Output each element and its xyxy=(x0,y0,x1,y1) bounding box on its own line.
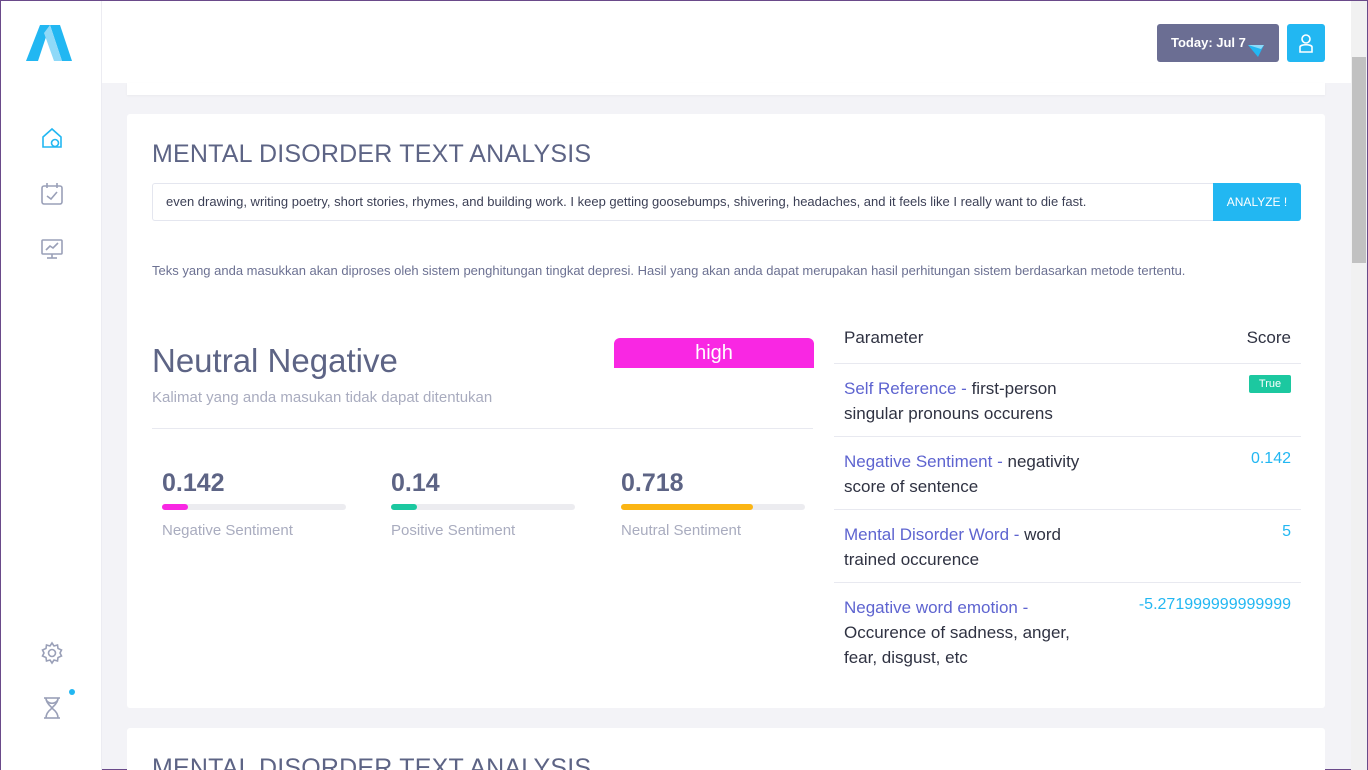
gear-icon[interactable] xyxy=(39,640,65,666)
metric-progress-bar xyxy=(162,504,346,510)
metric-neutral-sentiment: 0.718 Neutral Sentiment xyxy=(621,469,805,539)
metric-value: 0.718 xyxy=(621,469,684,497)
metric-progress-bar xyxy=(621,504,805,510)
table-row: Mental Disorder Word - word trained occu… xyxy=(834,510,1301,583)
metric-label: Neutral Sentiment xyxy=(621,522,742,539)
parameter-cell: Mental Disorder Word - word trained occu… xyxy=(844,522,1104,572)
result-subtitle: Kalimat yang anda masukan tidak dapat di… xyxy=(152,389,493,406)
depression-level-badge: high xyxy=(614,338,814,368)
score-value: 0.142 xyxy=(1250,450,1291,467)
parameter-table: Parameter Score Self Reference - first-p… xyxy=(834,314,1301,680)
table-row: Negative Sentiment - negativity score of… xyxy=(834,437,1301,510)
metric-positive-sentiment: 0.14 Positive Sentiment xyxy=(391,469,575,539)
parameter-cell: Negative word emotion - Occurence of sad… xyxy=(844,595,1104,670)
score-value: -5.271999999999999 xyxy=(1138,596,1291,613)
sidebar xyxy=(1,1,102,770)
top-header: Today: Jul 7 xyxy=(102,1,1352,83)
home-icon[interactable] xyxy=(39,125,65,151)
app-logo[interactable] xyxy=(26,23,82,63)
metric-label: Positive Sentiment xyxy=(391,522,516,539)
today-date-button[interactable]: Today: Jul 7 xyxy=(1157,24,1279,62)
page-title: MENTAL DISORDER TEXT ANALYSIS xyxy=(152,140,592,168)
table-header: Parameter Score xyxy=(834,314,1301,364)
hourglass-icon[interactable] xyxy=(39,695,65,721)
parameter-name: Self Reference - xyxy=(844,379,967,398)
today-date-label: Today: Jul 7 xyxy=(1171,35,1246,50)
analyze-button[interactable]: ANALYZE ! xyxy=(1213,183,1301,221)
presentation-chart-icon[interactable] xyxy=(39,236,65,262)
metric-progress-fill xyxy=(162,504,189,510)
parameter-name: Negative Sentiment - xyxy=(844,452,1003,471)
metric-negative-sentiment: 0.142 Negative Sentiment xyxy=(162,469,346,539)
divider xyxy=(152,428,813,429)
scrollbar-thumb[interactable] xyxy=(1352,57,1366,263)
analysis-card-2: MENTAL DISORDER TEXT ANALYSIS xyxy=(127,728,1325,770)
column-header-parameter: Parameter xyxy=(844,328,924,347)
table-row: Self Reference - first-person singular p… xyxy=(834,364,1301,437)
metric-value: 0.14 xyxy=(391,469,440,497)
description-text: Teks yang anda masukkan akan diproses ol… xyxy=(152,263,1186,278)
parameter-cell: Negative Sentiment - negativity score of… xyxy=(844,449,1104,499)
true-badge: True xyxy=(1249,375,1291,393)
user-icon xyxy=(1299,34,1313,53)
calendar-check-icon[interactable] xyxy=(39,181,65,207)
metric-value: 0.142 xyxy=(162,469,225,497)
page-scrollbar[interactable] xyxy=(1351,1,1367,770)
parameter-name: Negative word emotion - xyxy=(844,598,1029,617)
score-value: 5 xyxy=(1282,523,1291,540)
metric-label: Negative Sentiment xyxy=(162,522,293,539)
text-analysis-input[interactable]: even drawing, writing poetry, short stor… xyxy=(152,183,1214,221)
flag-icon xyxy=(1247,35,1265,57)
section-title: MENTAL DISORDER TEXT ANALYSIS xyxy=(152,754,592,770)
parameter-desc: Occurence of sadness, anger, fear, disgu… xyxy=(844,623,1070,667)
metric-progress-bar xyxy=(391,504,575,510)
notification-dot xyxy=(69,689,75,695)
column-header-score: Score xyxy=(1246,328,1291,347)
metric-progress-fill xyxy=(391,504,417,510)
previous-card-edge xyxy=(127,83,1325,95)
user-profile-button[interactable] xyxy=(1287,24,1325,62)
result-title: Neutral Negative xyxy=(152,342,398,379)
parameter-name: Mental Disorder Word - xyxy=(844,525,1020,544)
metric-progress-fill xyxy=(621,504,754,510)
table-row: Negative word emotion - Occurence of sad… xyxy=(834,583,1301,680)
analysis-card: MENTAL DISORDER TEXT ANALYSIS even drawi… xyxy=(127,114,1325,708)
parameter-cell: Self Reference - first-person singular p… xyxy=(844,376,1104,426)
